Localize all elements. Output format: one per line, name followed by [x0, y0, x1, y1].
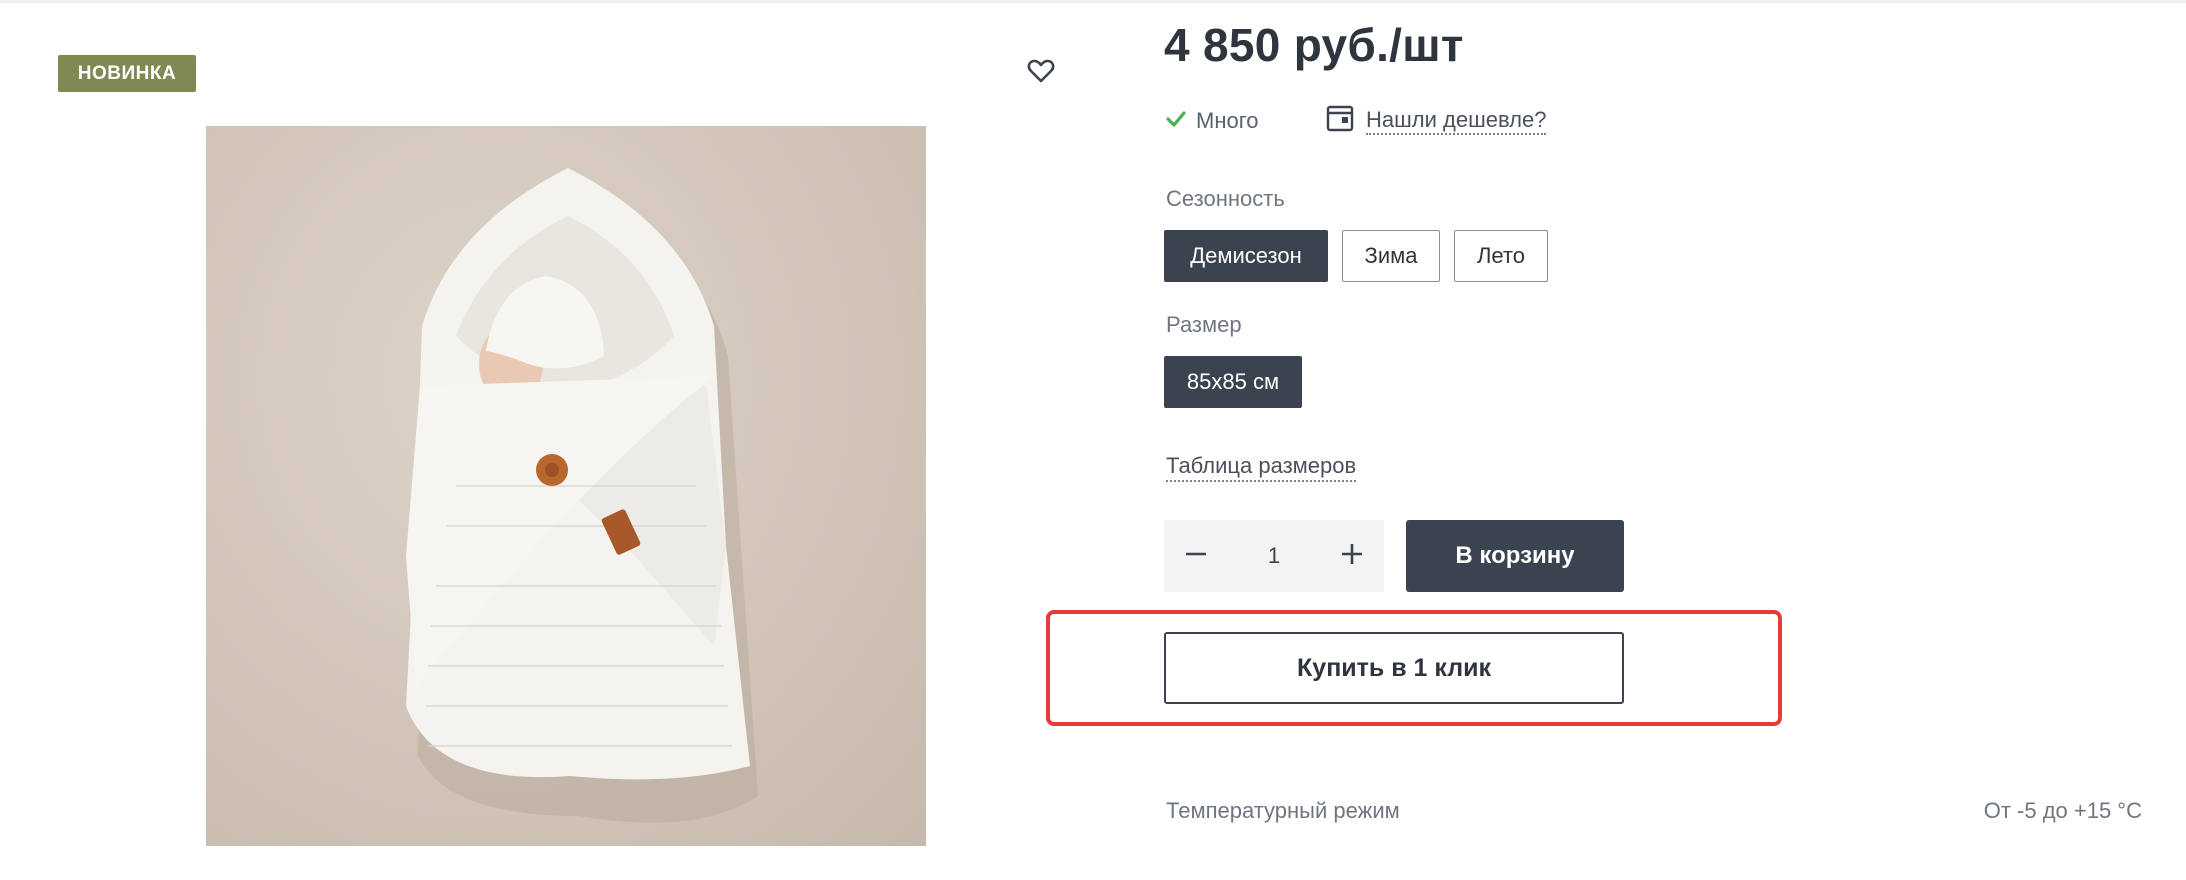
quantity-input[interactable]: 1 — [1228, 543, 1320, 569]
quantity-increase-button[interactable] — [1320, 520, 1384, 592]
top-divider — [0, 0, 2186, 3]
size-table-link[interactable]: Таблица размеров — [1166, 452, 1357, 482]
size-option-85x85[interactable]: 85x85 см — [1164, 356, 1302, 408]
new-badge: НОВИНКА — [58, 55, 196, 92]
season-option-summer[interactable]: Лето — [1454, 230, 1548, 282]
stock-status: Много — [1166, 106, 1259, 136]
season-option-winter[interactable]: Зима — [1342, 230, 1440, 282]
plus-icon — [1340, 542, 1364, 571]
stock-status-label: Много — [1196, 108, 1259, 133]
season-option-demiseason[interactable]: Демисезон — [1164, 230, 1328, 282]
buy-one-click-button[interactable]: Купить в 1 клик — [1164, 632, 1624, 704]
wallet-icon — [1326, 103, 1354, 139]
heart-icon — [1027, 58, 1055, 89]
checkmark-icon — [1166, 108, 1186, 134]
minus-icon — [1184, 542, 1208, 571]
product-price: 4 850 руб./шт — [1164, 19, 1464, 71]
size-label: Размер — [1166, 312, 1242, 337]
quantity-decrease-button[interactable] — [1164, 520, 1228, 592]
product-image[interactable] — [206, 126, 926, 846]
found-cheaper-label: Нашли дешевле? — [1366, 107, 1547, 135]
add-to-cart-button[interactable]: В корзину — [1406, 520, 1624, 592]
temperature-value: От -5 до +15 °С — [1983, 798, 2142, 823]
temperature-label: Температурный режим — [1166, 798, 1400, 823]
quantity-stepper: 1 — [1164, 520, 1384, 592]
found-cheaper-link[interactable]: Нашли дешевле? — [1326, 103, 1547, 139]
favorite-button[interactable] — [1026, 58, 1056, 88]
season-label: Сезонность — [1166, 186, 1285, 211]
